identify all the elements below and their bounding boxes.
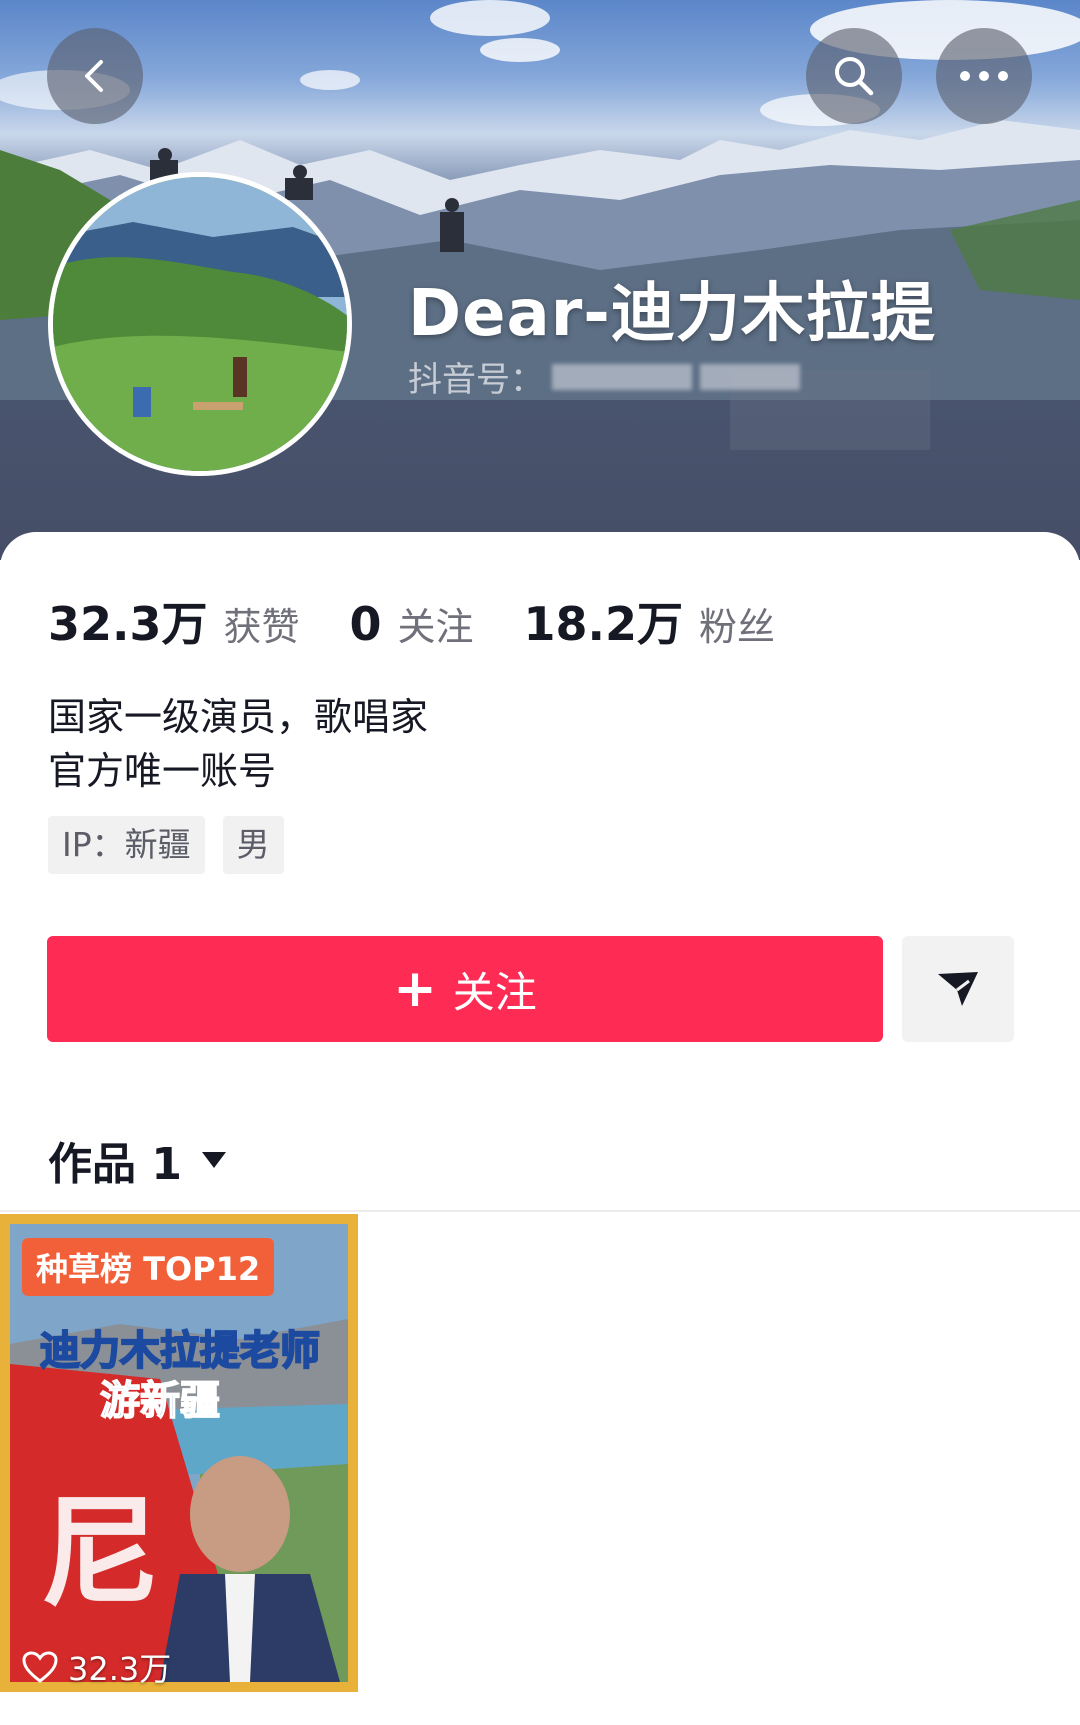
tag-gender: 男 [222, 816, 284, 874]
more-dots-icon [960, 71, 1008, 81]
video-badge: 种草榜 TOP12 [22, 1238, 275, 1296]
video-likes-count: 32.3万 [68, 1650, 172, 1688]
bio-line-2: 官方唯一账号 [48, 749, 277, 793]
profile-nickname: Dear-迪力木拉提 [408, 277, 936, 351]
tab-works-label: 作品 1 [48, 1139, 182, 1190]
stat-following-label: 关注 [397, 605, 474, 649]
search-icon [835, 57, 874, 96]
stat-likes[interactable]: 32.3万 获赞 [48, 588, 300, 654]
tag-ip-location: IP：新疆 [48, 816, 205, 874]
back-button[interactable] [47, 28, 143, 124]
follow-button[interactable]: + 关注 [47, 936, 883, 1042]
profile-bio: 国家一级演员，歌唱家 官方唯一账号 [48, 690, 428, 798]
profile-stats: 32.3万 获赞 0 关注 18.2万 粉丝 [48, 588, 825, 654]
douyin-id-redacted [552, 363, 692, 390]
tab-works[interactable]: 作品 1 [48, 1128, 228, 1192]
douyin-id-label: 抖音号： [408, 360, 544, 400]
caret-down-icon [201, 1152, 226, 1168]
stat-following[interactable]: 0 关注 [350, 596, 474, 651]
share-button[interactable] [902, 936, 1014, 1042]
stat-following-value: 0 [349, 597, 382, 651]
follow-button-label: 关注 [452, 967, 537, 1017]
douyin-id-redacted-2 [700, 363, 800, 390]
profile-header: Dear-迪力木拉提 抖音号： [0, 0, 1080, 560]
avatar-image [53, 177, 347, 471]
profile-tags: IP：新疆 男 [48, 816, 302, 874]
plus-icon: + [393, 959, 437, 1019]
chevron-left-icon [85, 60, 103, 92]
stat-followers-label: 粉丝 [699, 605, 776, 649]
stat-followers-value: 18.2万 [523, 597, 684, 651]
share-arrow-icon [938, 972, 978, 1006]
stat-likes-value: 32.3万 [48, 597, 208, 651]
tab-divider [0, 1210, 1080, 1212]
heart-icon [22, 1651, 58, 1683]
video-cover-title-1: 迪力木拉提老师 [40, 1328, 320, 1374]
stat-followers[interactable]: 18.2万 粉丝 [524, 588, 776, 654]
video-cover-title-2: 游新疆 [100, 1378, 220, 1424]
bio-line-1: 国家一级演员，歌唱家 [48, 695, 429, 739]
avatar[interactable] [48, 172, 352, 476]
douyin-id: 抖音号： [408, 352, 800, 401]
video-likes: 32.3万 [22, 1644, 171, 1690]
svg-text:尼: 尼 [40, 1484, 160, 1623]
video-thumbnail[interactable]: 尼 迪力木拉提老师 游新疆 种草榜 TOP12 32.3万 [0, 1214, 358, 1692]
stat-likes-label: 获赞 [223, 605, 300, 649]
more-button[interactable] [936, 28, 1032, 124]
search-button[interactable] [806, 28, 902, 124]
